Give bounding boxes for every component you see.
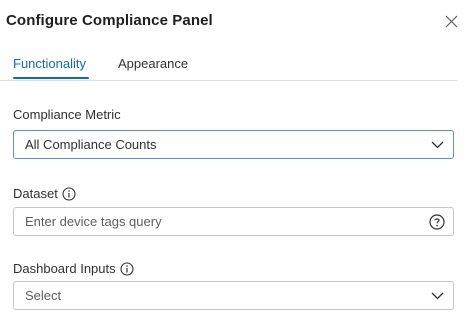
dashboard-inputs-label: Dashboard Inputs <box>13 261 134 276</box>
panel-title: Configure Compliance Panel <box>6 12 213 29</box>
tab-functionality[interactable]: Functionality <box>13 56 86 71</box>
configure-compliance-panel: Configure Compliance Panel Functionality… <box>0 0 468 328</box>
compliance-metric-dropdown[interactable]: All Compliance Counts <box>13 130 454 159</box>
tab-appearance[interactable]: Appearance <box>118 56 188 71</box>
close-button[interactable] <box>441 11 461 31</box>
compliance-metric-label-text: Compliance Metric <box>13 107 121 122</box>
dataset-input[interactable]: Enter device tags query <box>13 207 454 236</box>
help-circle-icon[interactable] <box>429 214 445 230</box>
tab-list: Functionality Appearance <box>0 52 457 81</box>
dataset-label-text: Dataset <box>13 186 58 201</box>
info-icon[interactable] <box>62 186 76 201</box>
compliance-metric-label: Compliance Metric <box>13 107 121 122</box>
active-tab-indicator <box>13 77 89 79</box>
dashboard-inputs-label-text: Dashboard Inputs <box>13 261 116 276</box>
info-icon[interactable] <box>120 261 134 276</box>
close-icon <box>445 15 457 27</box>
dataset-placeholder: Enter device tags query <box>25 214 162 229</box>
dataset-label: Dataset <box>13 186 76 201</box>
compliance-metric-value: All Compliance Counts <box>25 137 157 152</box>
chevron-down-icon <box>429 137 445 153</box>
dashboard-inputs-value: Select <box>25 288 62 303</box>
dashboard-inputs-dropdown[interactable]: Select <box>13 281 454 310</box>
chevron-down-icon <box>429 288 445 304</box>
